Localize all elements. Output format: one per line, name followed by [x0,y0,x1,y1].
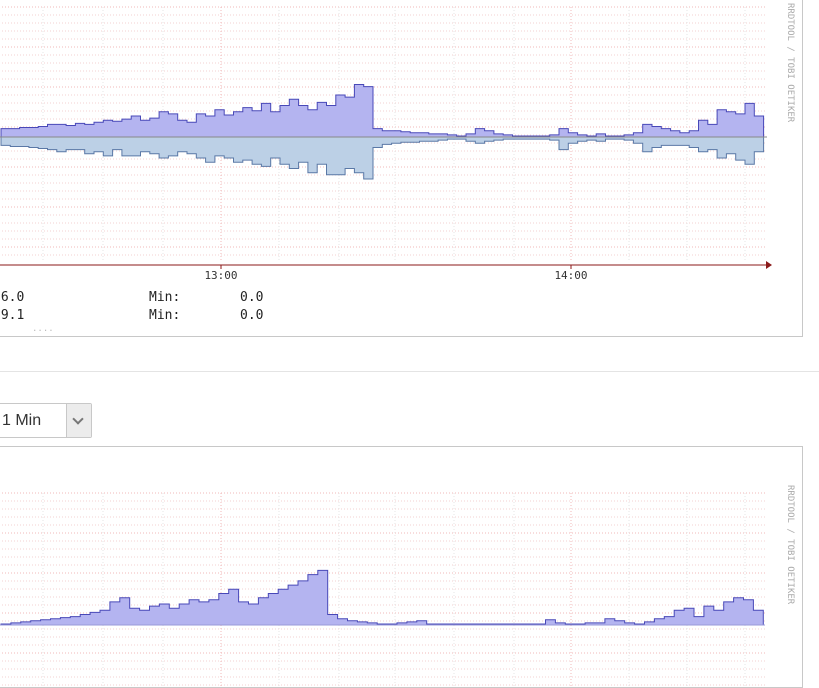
legend-value: 29.1 [0,308,24,323]
interval-select-toggle[interactable] [66,404,91,437]
secondary-graph-panel: RRDTOOL / TOBI OETIKER [0,446,803,688]
legend-min-label: Min: [149,290,180,305]
interval-select[interactable]: 1 Min [0,403,92,438]
inbound-series-area [0,84,765,138]
section-divider [0,371,819,372]
legend-min-label: Min: [149,308,180,323]
interval-select-value: 1 Min [2,412,42,429]
legend-min-value: 0.0 [240,290,263,305]
rrdtool-watermark: RRDTOOL / TOBI OETIKER [785,485,795,605]
secondary-graph: RRDTOOL / TOBI OETIKER [0,485,795,687]
x-tick-label: 14:00 [554,269,587,282]
outbound-series-area [0,136,765,180]
series-area [0,569,764,626]
traffic-graph-panel: 13:00 14:00 36.0 Min: 0.0 29.1 Min: 0.0.... RRDT… [0,0,803,337]
legend-value: 36.0 [0,290,24,305]
x-axis-arrow [766,261,772,269]
rrdtool-watermark: RRDTOOL / TOBI OETIKER [785,3,795,123]
traffic-graph: 13:00 14:00 36.0 Min: 0.0 29.1 Min: 0.0.... RRDT… [0,3,795,334]
legend-min-value: 0.0 [240,308,263,323]
legend-more: .... [32,324,54,334]
chevron-down-icon [72,413,84,425]
x-tick-label: 13:00 [204,269,237,282]
